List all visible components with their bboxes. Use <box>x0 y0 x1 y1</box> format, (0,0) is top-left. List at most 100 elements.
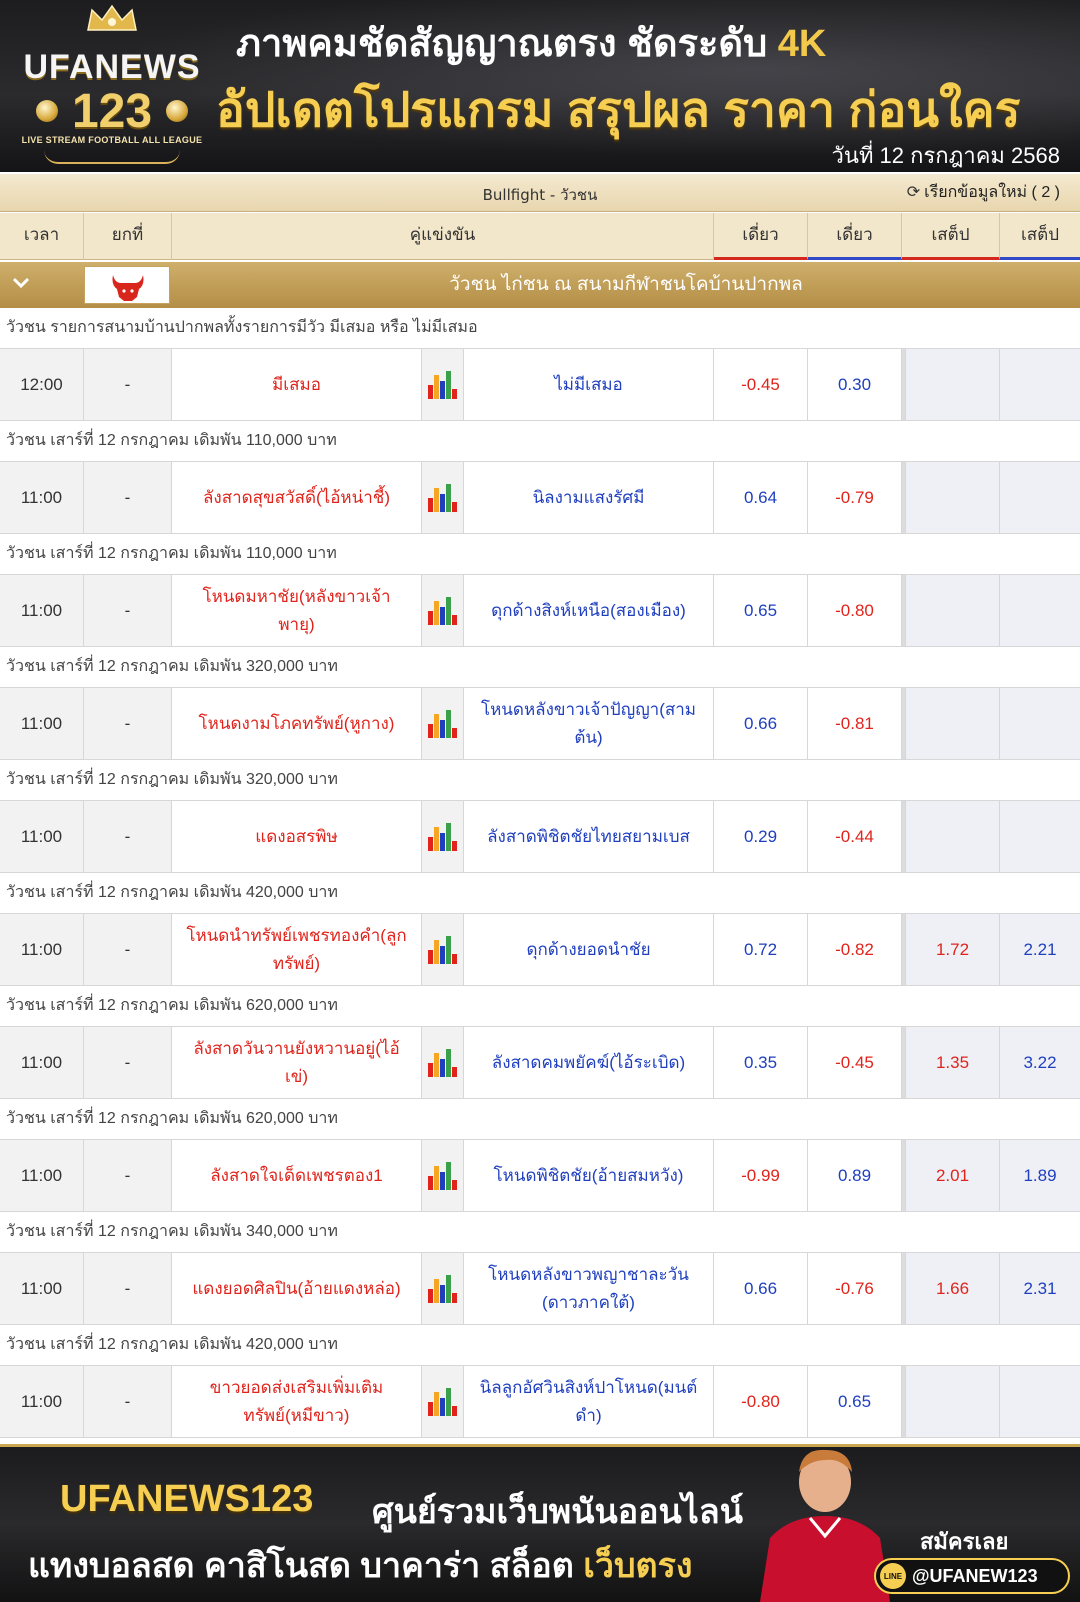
odds-2[interactable]: 0.30 <box>808 349 902 420</box>
away-team[interactable]: ไม่มีเสมอ <box>464 349 714 420</box>
step-odds-1[interactable]: 1.66 <box>906 1253 1000 1324</box>
stats-icon[interactable] <box>422 688 464 759</box>
away-team[interactable]: นิลงามแสงรัศมี <box>464 462 714 533</box>
signup-label[interactable]: สมัครเลย <box>920 1524 1008 1559</box>
step-odds-2[interactable] <box>1000 575 1080 646</box>
step-odds-1[interactable]: 1.72 <box>906 914 1000 985</box>
stats-icon[interactable] <box>422 462 464 533</box>
away-team[interactable]: ลังสาดพิชิตชัยไทยสยามเบส <box>464 801 714 872</box>
refresh-button[interactable]: ⟳ เรียกข้อมูลใหม่ ( 2 ) <box>907 180 1060 205</box>
stats-bar <box>440 945 445 964</box>
stats-bar <box>428 610 433 625</box>
col-step-1: เสต็ป <box>902 213 1000 260</box>
step-odds-2[interactable]: 1.89 <box>1000 1140 1080 1211</box>
stats-icon[interactable] <box>422 1140 464 1211</box>
column-separator <box>902 801 906 872</box>
away-team[interactable]: ดุกด้างยอดนำชัย <box>464 914 714 985</box>
odds-1[interactable]: 0.66 <box>714 688 808 759</box>
home-team[interactable]: ลังสาดวันวานยังหวานอยู่(ไอ้เข่) <box>172 1027 422 1098</box>
home-team[interactable]: ลังสาดใจเด็ดเพชรตอง1 <box>172 1140 422 1211</box>
odds-1[interactable]: 0.65 <box>714 575 808 646</box>
step-odds-1[interactable] <box>906 575 1000 646</box>
odds-2[interactable]: 0.89 <box>808 1140 902 1211</box>
stats-bars <box>428 596 457 625</box>
stats-bar <box>440 832 445 851</box>
refresh-icon: ⟳ <box>906 184 921 201</box>
step-odds-1[interactable] <box>906 462 1000 533</box>
stats-bar <box>434 1165 439 1190</box>
site-logo[interactable]: UFANEWS 123 LIVE STREAM FOOTBALL ALL LEA… <box>14 4 210 170</box>
step-odds-2[interactable] <box>1000 462 1080 533</box>
stats-icon[interactable] <box>422 349 464 420</box>
home-team[interactable]: แดงยอดศิลปิน(อ้ายแดงหล่อ) <box>172 1253 422 1324</box>
home-team[interactable]: ขาวยอดส่งเสริมเพิ่มเติมทรัพย์(หมีขาว) <box>172 1366 422 1437</box>
stats-bar <box>434 826 439 851</box>
step-odds-1[interactable]: 2.01 <box>906 1140 1000 1211</box>
odds-2[interactable]: -0.76 <box>808 1253 902 1324</box>
col-odds-1: เดี่ยว <box>714 213 808 260</box>
home-team[interactable]: มีเสมอ <box>172 349 422 420</box>
odds-1[interactable]: 0.66 <box>714 1253 808 1324</box>
step-odds-1[interactable] <box>906 688 1000 759</box>
odds-1[interactable]: 0.29 <box>714 801 808 872</box>
odds-2[interactable]: 0.65 <box>808 1366 902 1437</box>
step-odds-2[interactable] <box>1000 1366 1080 1437</box>
logo-ornament <box>44 150 180 164</box>
stats-icon[interactable] <box>422 1253 464 1324</box>
odds-2[interactable]: -0.45 <box>808 1027 902 1098</box>
step-odds-1[interactable] <box>906 1366 1000 1437</box>
home-team[interactable]: แดงอสรพิษ <box>172 801 422 872</box>
chevron-down-icon[interactable] <box>6 268 36 298</box>
odds-2[interactable]: -0.79 <box>808 462 902 533</box>
home-team[interactable]: โหนดมหาชัย(หลังขาวเจ้าพายุ) <box>172 575 422 646</box>
col-match: คู่แข่งขัน <box>172 213 714 260</box>
home-team[interactable]: ลังสาดสุขสวัสดิ์(ไอ้หน่าชี้) <box>172 462 422 533</box>
odds-1[interactable]: -0.45 <box>714 349 808 420</box>
odds-2[interactable]: -0.82 <box>808 914 902 985</box>
match-time: 11:00 <box>0 1140 84 1211</box>
stats-icon[interactable] <box>422 1366 464 1437</box>
column-separator <box>902 1366 906 1437</box>
step-odds-2[interactable] <box>1000 801 1080 872</box>
step-odds-1[interactable]: 1.35 <box>906 1027 1000 1098</box>
column-separator <box>902 1140 906 1211</box>
stats-icon[interactable] <box>422 801 464 872</box>
away-team[interactable]: โหนดหลังขาวเจ้าปัญญา(สามต้น) <box>464 688 714 759</box>
stats-icon[interactable] <box>422 575 464 646</box>
away-team[interactable]: โหนดหลังขาวพญาชาละวัน (ดาวภาคใต้) <box>464 1253 714 1324</box>
stats-bar <box>446 1048 451 1077</box>
match-list: วัวชน รายการสนามบ้านปากพลทั้งรายการมีวัว… <box>0 308 1080 1438</box>
step-odds-1[interactable] <box>906 801 1000 872</box>
stats-bar <box>452 501 457 512</box>
match-time: 11:00 <box>0 1366 84 1437</box>
stats-icon[interactable] <box>422 1027 464 1098</box>
step-odds-1[interactable] <box>906 349 1000 420</box>
odds-1[interactable]: -0.99 <box>714 1140 808 1211</box>
league-row[interactable]: วัวชน ไก่ชน ณ สนามกีฬาชนโคบ้านปากพล <box>0 262 1080 308</box>
step-odds-2[interactable]: 3.22 <box>1000 1027 1080 1098</box>
match-handicap: - <box>84 1140 172 1211</box>
away-team[interactable]: ดุกด้างสิงห์เหนือ(สองเมือง) <box>464 575 714 646</box>
home-team[interactable]: โหนดงามโภคทรัพย์(หูกาง) <box>172 688 422 759</box>
away-team[interactable]: โหนดพิชิตชัย(อ้ายสมหวัง) <box>464 1140 714 1211</box>
odds-2[interactable]: -0.81 <box>808 688 902 759</box>
stats-icon[interactable] <box>422 914 464 985</box>
step-odds-2[interactable]: 2.21 <box>1000 914 1080 985</box>
odds-2[interactable]: -0.44 <box>808 801 902 872</box>
odds-1[interactable]: 0.35 <box>714 1027 808 1098</box>
stats-bar <box>446 1274 451 1303</box>
odds-2[interactable]: -0.80 <box>808 575 902 646</box>
odds-1[interactable]: -0.80 <box>714 1366 808 1437</box>
match-group-header: วัวชน เสาร์ที่ 12 กรกฎาคม เดิมพัน 420,00… <box>0 1325 1080 1365</box>
stats-bar <box>452 1066 457 1077</box>
step-odds-2[interactable]: 2.31 <box>1000 1253 1080 1324</box>
step-odds-2[interactable] <box>1000 349 1080 420</box>
stats-bar <box>446 370 451 399</box>
odds-1[interactable]: 0.72 <box>714 914 808 985</box>
odds-1[interactable]: 0.64 <box>714 462 808 533</box>
step-odds-2[interactable] <box>1000 688 1080 759</box>
away-team[interactable]: ลังสาดคมพยัคฆ์(ไอ้ระเบิด) <box>464 1027 714 1098</box>
home-team[interactable]: โหนดนำทรัพย์เพชรทองคำ(ลูกทรัพย์) <box>172 914 422 985</box>
away-team[interactable]: นิลลูกอัศวินสิงห์ปาโหนด(มนต์ดำ) <box>464 1366 714 1437</box>
line-contact-button[interactable]: LINE @UFANEW123 <box>874 1558 1070 1594</box>
